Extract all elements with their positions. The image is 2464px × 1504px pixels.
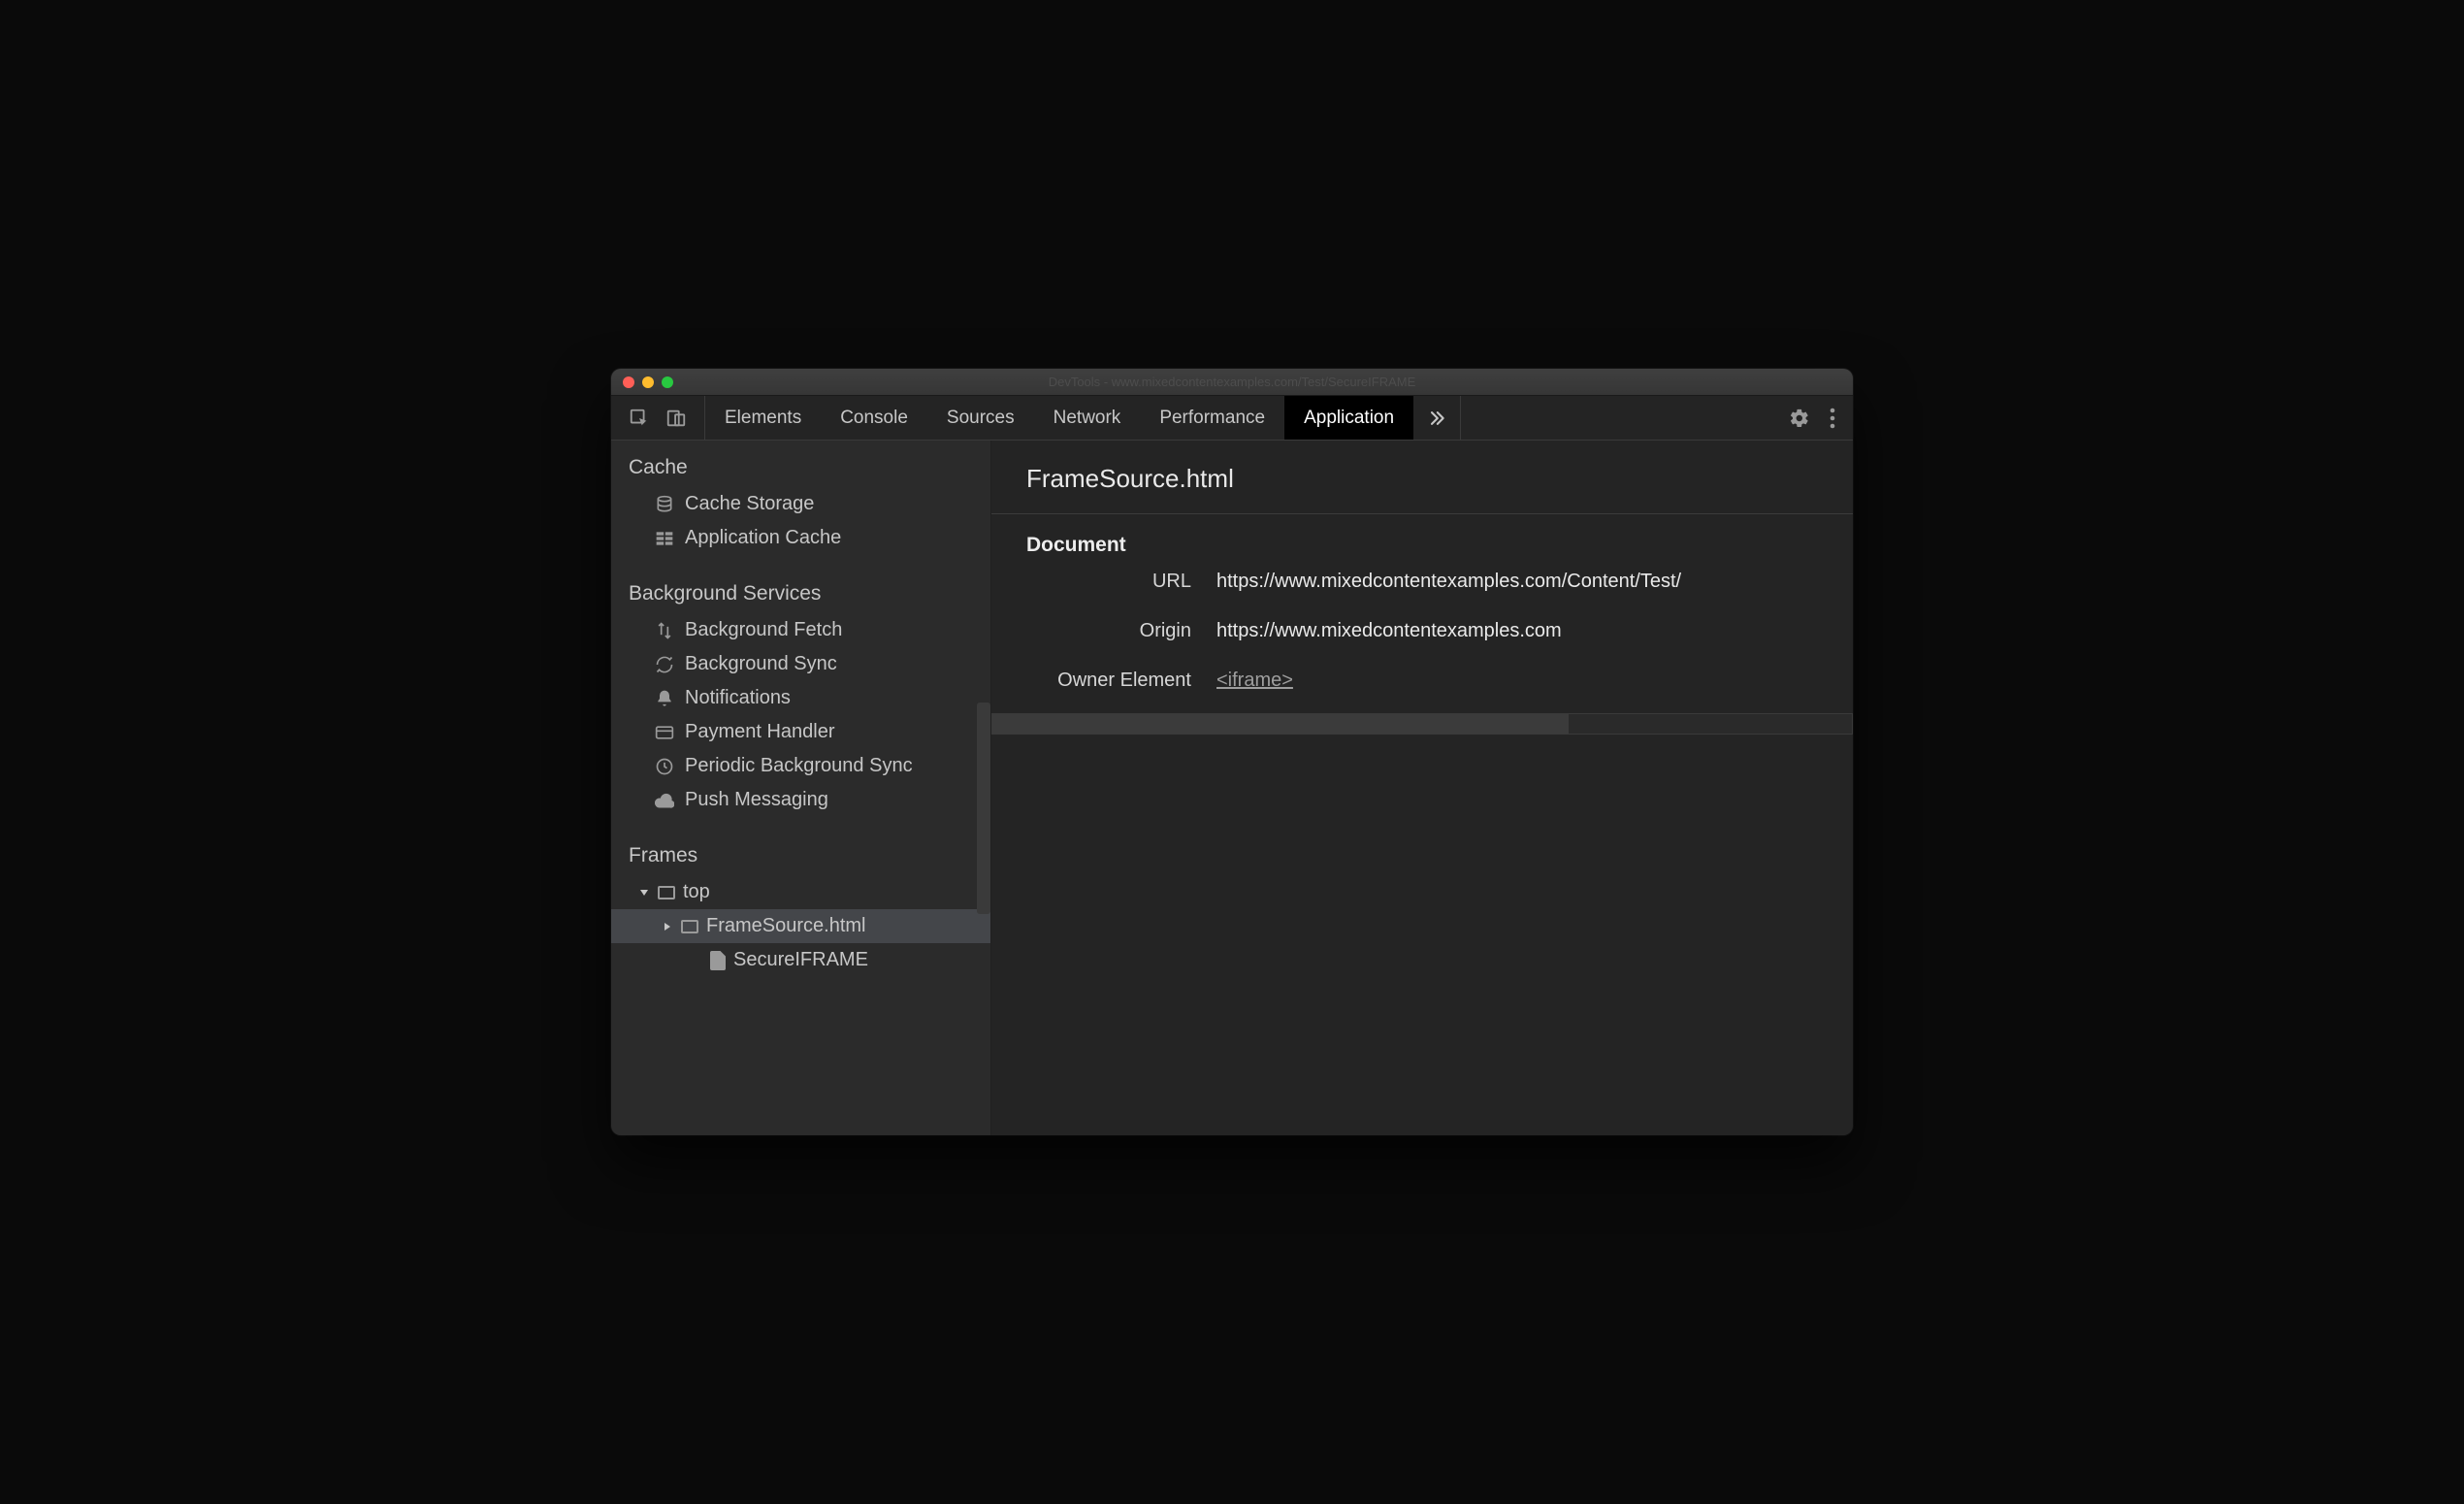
application-sidebar: Cache Cache Storage	[611, 441, 991, 1135]
close-window-button[interactable]	[623, 376, 634, 388]
clock-icon	[654, 757, 675, 776]
minimize-window-button[interactable]	[642, 376, 654, 388]
titlebar: DevTools - www.mixedcontentexamples.com/…	[611, 369, 1853, 396]
frame-label: FrameSource.html	[706, 915, 866, 937]
sidebar-item-background-sync[interactable]: Background Sync	[611, 647, 990, 681]
window-controls	[611, 376, 673, 388]
frame-framesource[interactable]: FrameSource.html	[611, 909, 990, 943]
sidebar-item-label: Cache Storage	[685, 493, 814, 515]
chevron-right-icon	[662, 921, 673, 932]
label-origin: Origin	[1026, 620, 1191, 642]
sidebar-item-label: Notifications	[685, 687, 791, 709]
tabstrip-trailing	[1789, 408, 1853, 429]
sidebar-section-frames: Frames	[611, 833, 990, 875]
sidebar-item-application-cache[interactable]: Application Cache	[611, 521, 990, 555]
inspect-element-icon[interactable]	[629, 408, 650, 429]
label-url: URL	[1026, 571, 1191, 593]
sidebar-item-label: Payment Handler	[685, 721, 835, 743]
tabstrip-leading	[611, 396, 705, 440]
tab-application[interactable]: Application	[1284, 396, 1413, 440]
more-tabs-button[interactable]	[1413, 396, 1461, 440]
horizontal-scrollbar[interactable]	[991, 713, 1853, 735]
sidebar-item-label: Background Fetch	[685, 619, 842, 641]
transfer-icon	[654, 621, 675, 640]
body: Cache Cache Storage	[611, 441, 1853, 1135]
frame-secureiframe[interactable]: SecureIFRAME	[611, 943, 990, 977]
tab-console[interactable]: Console	[821, 396, 927, 440]
cloud-icon	[654, 792, 675, 809]
credit-card-icon	[654, 723, 675, 742]
frame-detail-panel: FrameSource.html Document URL https://ww…	[991, 441, 1853, 1135]
sidebar-scrollbar[interactable]	[977, 703, 990, 914]
value-origin: https://www.mixedcontentexamples.com	[1216, 620, 1818, 642]
sidebar-section-background: Background Services	[611, 571, 990, 613]
sidebar-item-label: Push Messaging	[685, 789, 828, 811]
frame-label: top	[683, 881, 710, 903]
chevron-right-double-icon	[1427, 409, 1446, 428]
frames-tree: top FrameSource.html SecureIFRAME	[611, 875, 990, 977]
sidebar-item-label: Background Sync	[685, 653, 837, 675]
panel-tabs: Elements Console Sources Network Perform…	[705, 396, 1413, 440]
frame-top[interactable]: top	[611, 875, 990, 909]
sidebar-item-label: Periodic Background Sync	[685, 755, 913, 777]
sidebar-item-payment-handler[interactable]: Payment Handler	[611, 715, 990, 749]
frame-title: FrameSource.html	[991, 441, 1853, 514]
devtools-window: DevTools - www.mixedcontentexamples.com/…	[611, 369, 1853, 1135]
sidebar-item-label: Application Cache	[685, 527, 841, 549]
device-toolbar-icon[interactable]	[665, 408, 687, 429]
row-url: URL https://www.mixedcontentexamples.com…	[991, 557, 1853, 606]
frame-label: SecureIFRAME	[733, 949, 868, 971]
label-owner-element: Owner Element	[1026, 670, 1191, 692]
window-title: DevTools - www.mixedcontentexamples.com/…	[611, 375, 1853, 389]
sidebar-section-cache: Cache	[611, 444, 990, 487]
tabstrip: Elements Console Sources Network Perform…	[611, 396, 1853, 441]
sidebar-item-background-fetch[interactable]: Background Fetch	[611, 613, 990, 647]
zoom-window-button[interactable]	[662, 376, 673, 388]
file-icon	[710, 951, 726, 970]
tab-performance[interactable]: Performance	[1140, 396, 1284, 440]
section-document: Document	[991, 514, 1853, 557]
row-origin: Origin https://www.mixedcontentexamples.…	[991, 606, 1853, 656]
chevron-down-icon	[638, 887, 650, 899]
tab-network[interactable]: Network	[1034, 396, 1141, 440]
database-icon	[654, 495, 675, 514]
frame-icon	[681, 920, 698, 933]
sidebar-item-cache-storage[interactable]: Cache Storage	[611, 487, 990, 521]
tab-sources[interactable]: Sources	[927, 396, 1034, 440]
settings-button[interactable]	[1789, 408, 1810, 429]
sidebar-item-notifications[interactable]: Notifications	[611, 681, 990, 715]
sidebar-item-periodic-sync[interactable]: Periodic Background Sync	[611, 749, 990, 783]
scrollbar-thumb[interactable]	[992, 714, 1569, 734]
sync-icon	[654, 655, 675, 674]
frame-icon	[658, 886, 675, 899]
sidebar-item-push-messaging[interactable]: Push Messaging	[611, 783, 990, 817]
kebab-menu-button[interactable]	[1830, 408, 1835, 429]
row-owner-element: Owner Element <iframe>	[991, 656, 1853, 705]
value-url: https://www.mixedcontentexamples.com/Con…	[1216, 571, 1818, 593]
tab-elements[interactable]: Elements	[705, 396, 821, 440]
bell-icon	[654, 689, 675, 708]
grid-icon	[654, 529, 675, 548]
owner-element-link[interactable]: <iframe>	[1216, 670, 1293, 691]
